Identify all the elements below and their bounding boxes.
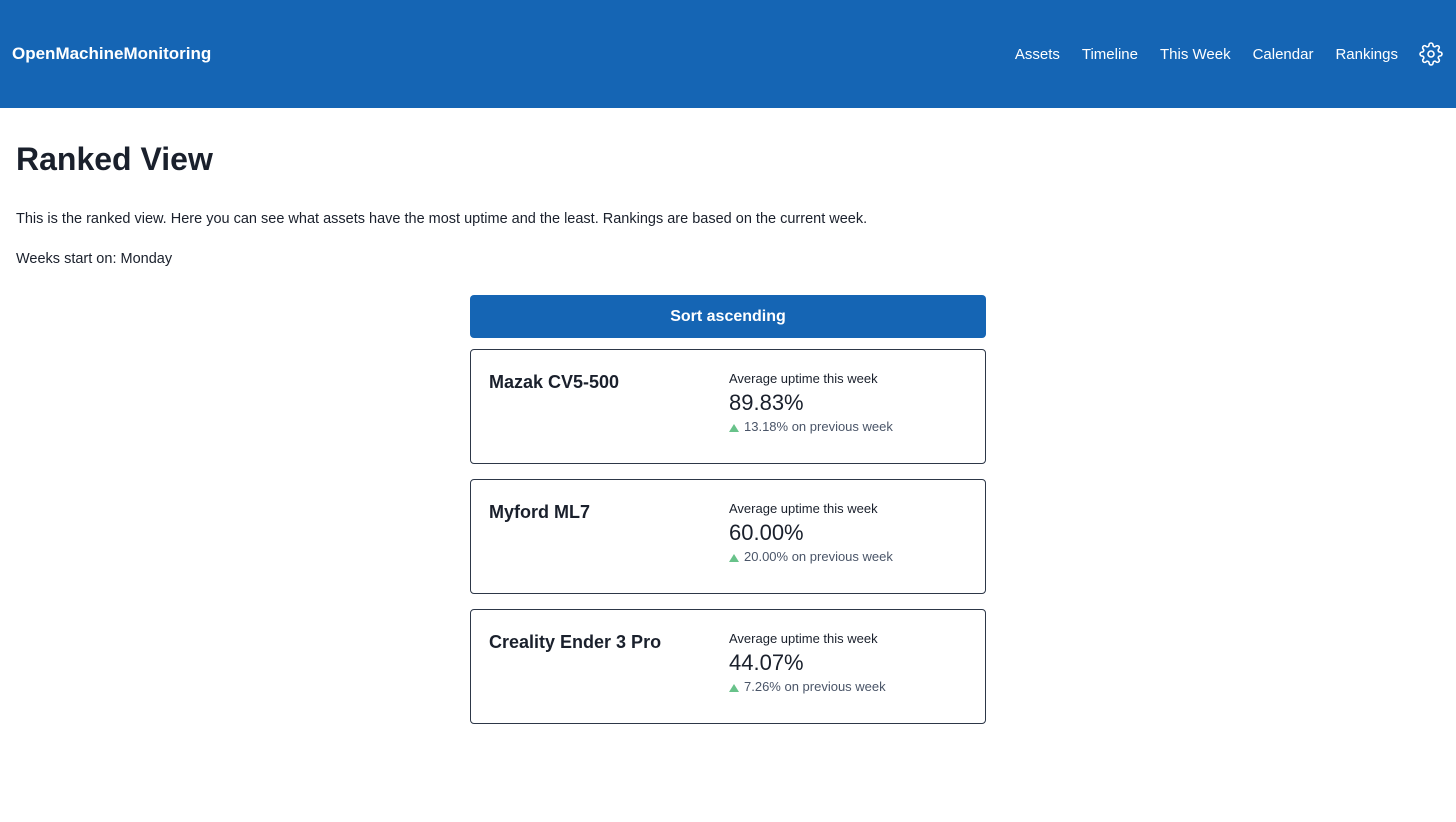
uptime-change: 7.26% on previous week — [729, 679, 886, 695]
arrow-up-icon — [729, 684, 739, 692]
week-start-text: Weeks start on: Monday — [16, 251, 173, 267]
nav-link-this-week[interactable]: This Week — [1160, 46, 1231, 63]
uptime-label: Average uptime this week — [729, 631, 878, 646]
uptime-stats: Average uptime this week 44.07% 7.26% on… — [729, 631, 886, 695]
asset-name: Mazak CV5-500 — [489, 372, 620, 392]
uptime-change: 20.00% on previous week — [729, 549, 893, 565]
uptime-change-text: 7.26% on previous week — [744, 679, 886, 694]
uptime-change-text: 20.00% on previous week — [744, 549, 893, 564]
uptime-stats: Average uptime this week 60.00% 20.00% o… — [729, 501, 893, 565]
nav-link-timeline[interactable]: Timeline — [1082, 46, 1138, 63]
brand-logo[interactable]: OpenMachineMonitoring — [12, 44, 211, 64]
nav-link-calendar[interactable]: Calendar — [1253, 46, 1314, 63]
uptime-value: 44.07% — [729, 650, 804, 675]
uptime-label: Average uptime this week — [729, 501, 878, 516]
uptime-label: Average uptime this week — [729, 371, 878, 386]
uptime-change-text: 13.18% on previous week — [744, 419, 893, 434]
uptime-value: 60.00% — [729, 520, 804, 545]
asset-card[interactable]: Mazak CV5-500 Average uptime this week 8… — [470, 349, 986, 464]
uptime-value: 89.83% — [729, 390, 804, 415]
asset-name: Creality Ender 3 Pro — [489, 632, 662, 652]
navbar: OpenMachineMonitoring Assets Timeline Th… — [0, 0, 1456, 108]
arrow-up-icon — [729, 424, 739, 432]
ranking-list: Sort ascending Mazak CV5-500 Average upt… — [470, 295, 986, 724]
asset-card[interactable]: Creality Ender 3 Pro Average uptime this… — [470, 609, 986, 724]
page-title: Ranked View — [16, 141, 213, 177]
asset-card[interactable]: Myford ML7 Average uptime this week 60.0… — [470, 479, 986, 594]
gear-icon[interactable] — [1418, 41, 1444, 67]
main-content: Ranked View This is the ranked view. Her… — [0, 140, 1456, 268]
nav-link-assets[interactable]: Assets — [1015, 46, 1060, 63]
page-description: This is the ranked view. Here you can se… — [16, 211, 868, 227]
nav-link-rankings[interactable]: Rankings — [1335, 46, 1398, 63]
uptime-change: 13.18% on previous week — [729, 419, 893, 435]
arrow-up-icon — [729, 554, 739, 562]
asset-name: Myford ML7 — [489, 502, 590, 522]
nav-links: Assets Timeline This Week Calendar Ranki… — [993, 41, 1444, 67]
sort-ascending-button[interactable]: Sort ascending — [470, 295, 986, 338]
uptime-stats: Average uptime this week 89.83% 13.18% o… — [729, 371, 893, 435]
